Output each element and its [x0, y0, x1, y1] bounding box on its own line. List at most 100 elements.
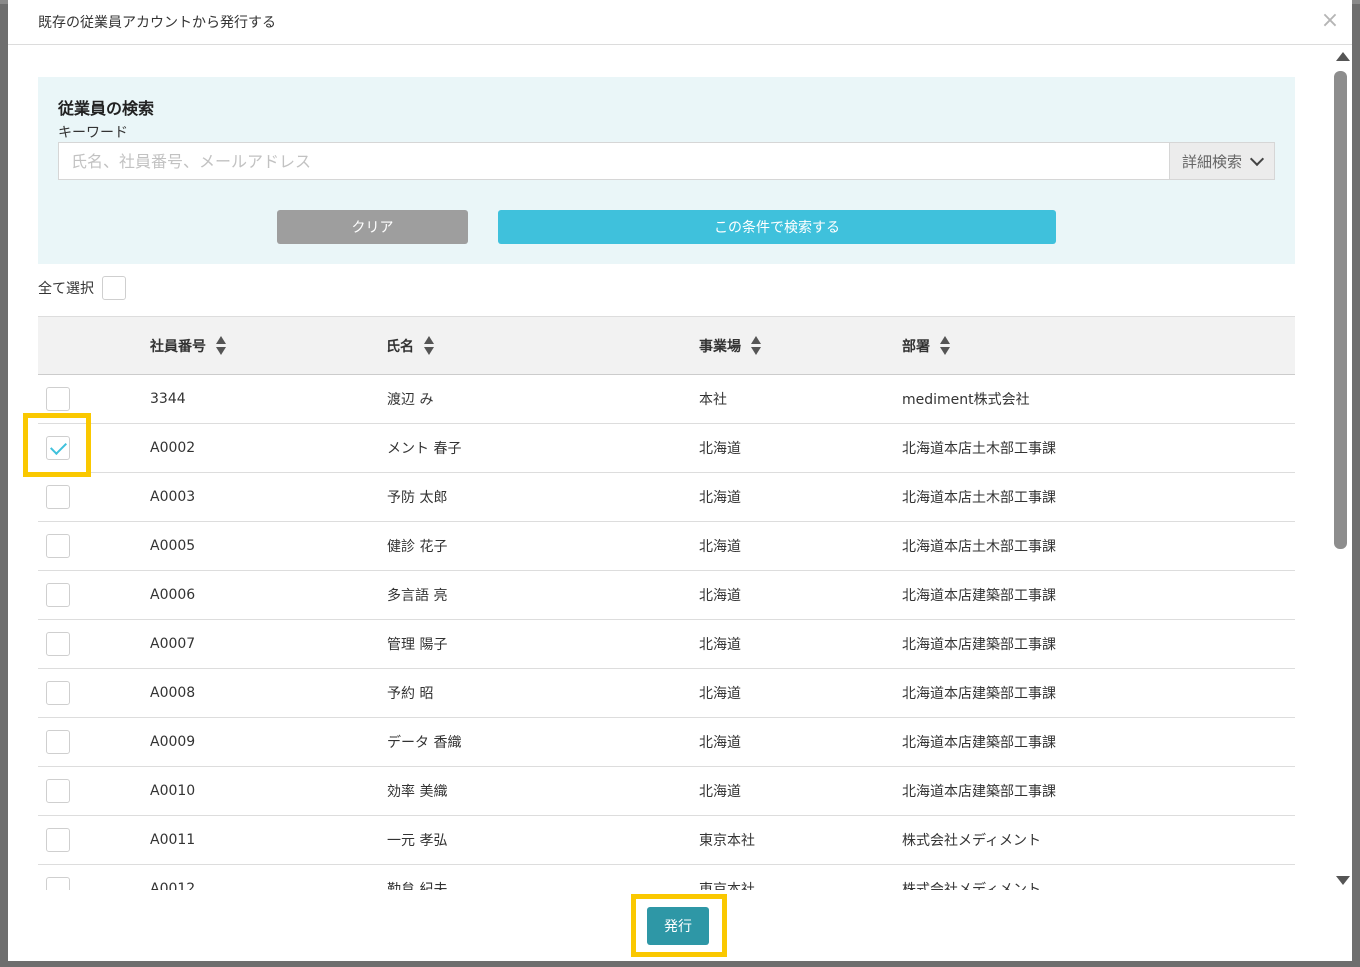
cell-department: 北海道本店土木部工事課 [902, 539, 1056, 555]
sort-icon[interactable] [751, 336, 761, 355]
row-checkbox[interactable] [46, 681, 70, 705]
detail-search-label: 詳細検索 [1181, 152, 1242, 171]
row-checkbox[interactable] [46, 877, 70, 890]
cell-department: 北海道本店土木部工事課 [902, 490, 1056, 506]
cell-name: 予約 昭 [387, 686, 434, 702]
header-department-label: 部署 [902, 338, 930, 355]
issue-dialog: 既存の従業員アカウントから発行する × 従業員の検索 キーワード 詳細検索 クリ… [8, 0, 1352, 961]
cell-department: 北海道本店建築部工事課 [902, 637, 1056, 653]
clear-button[interactable]: クリア [277, 210, 468, 244]
cell-name: 健診 花子 [387, 539, 448, 555]
search-panel: 従業員の検索 キーワード 詳細検索 クリア この条件で検索する [38, 77, 1295, 264]
keyword-input[interactable] [58, 142, 1170, 180]
scrollbar[interactable] [1331, 46, 1352, 890]
cell-site: 北海道 [699, 784, 741, 800]
table-row[interactable]: A0011 一元 孝弘 東京本社 株式会社メディメント [38, 816, 1295, 865]
dialog-footer: 発行 [8, 890, 1352, 961]
table-row[interactable]: A0003 予防 太郎 北海道 北海道本店土木部工事課 [38, 473, 1295, 522]
close-icon[interactable]: × [1318, 9, 1342, 33]
cell-site: 北海道 [699, 490, 741, 506]
detail-search-button[interactable]: 詳細検索 [1169, 142, 1275, 180]
table-row[interactable]: A0007 管理 陽子 北海道 北海道本店建築部工事課 [38, 620, 1295, 669]
cell-name: 一元 孝弘 [387, 833, 448, 849]
cell-name: 勤怠 紀夫 [387, 882, 448, 890]
row-checkbox[interactable] [46, 828, 70, 852]
cell-employee-id: A0008 [150, 685, 196, 701]
cell-department: 北海道本店建築部工事課 [902, 735, 1056, 751]
cell-site: 東京本社 [699, 882, 755, 890]
table-row[interactable]: A0005 健診 花子 北海道 北海道本店土木部工事課 [38, 522, 1295, 571]
employee-table: 社員番号 氏名 事業場 部署 3344 渡辺 み 本社 mediment株式会社 A00… [38, 316, 1295, 890]
dialog-title: 既存の従業員アカウントから発行する [38, 15, 276, 31]
table-row[interactable]: A0012 勤怠 紀夫 東京本社 株式会社メディメント [38, 865, 1295, 890]
cell-site: 北海道 [699, 588, 741, 604]
cell-name: メント 春子 [387, 441, 462, 457]
cell-site: 北海道 [699, 686, 741, 702]
search-title: 従業員の検索 [58, 99, 155, 118]
cell-employee-id: 3344 [150, 391, 186, 407]
cell-employee-id: A0007 [150, 636, 196, 652]
cell-employee-id: A0010 [150, 783, 196, 799]
row-checkbox[interactable] [46, 387, 70, 411]
cell-name: 効率 美織 [387, 784, 448, 800]
select-all-checkbox[interactable] [102, 276, 126, 300]
table-row[interactable]: A0008 予約 昭 北海道 北海道本店建築部工事課 [38, 669, 1295, 718]
table-row[interactable]: A0010 効率 美織 北海道 北海道本店建築部工事課 [38, 767, 1295, 816]
cell-site: 北海道 [699, 735, 741, 751]
table-row[interactable]: A0009 データ 香織 北海道 北海道本店建築部工事課 [38, 718, 1295, 767]
keyword-label: キーワード [58, 125, 128, 141]
header-employee-id-label: 社員番号 [150, 338, 206, 355]
table-row[interactable]: 3344 渡辺 み 本社 mediment株式会社 [38, 375, 1295, 424]
cell-employee-id: A0002 [150, 440, 196, 456]
row-checkbox[interactable] [46, 730, 70, 754]
issue-button[interactable]: 発行 [647, 907, 709, 945]
header-department: 部署 [902, 317, 950, 374]
row-checkbox[interactable] [46, 485, 70, 509]
chevron-down-icon [1249, 151, 1265, 166]
dialog-body[interactable]: 従業員の検索 キーワード 詳細検索 クリア この条件で検索する 全て選択 社員番… [8, 46, 1352, 890]
row-checkbox[interactable] [46, 779, 70, 803]
cell-department: 株式会社メディメント [902, 882, 1042, 890]
sort-icon[interactable] [940, 336, 950, 355]
cell-name: データ 香織 [387, 735, 462, 751]
header-name-label: 氏名 [386, 338, 414, 355]
cell-name: 管理 陽子 [387, 637, 448, 653]
search-button[interactable]: この条件で検索する [498, 210, 1056, 244]
cell-employee-id: A0006 [150, 587, 196, 603]
cell-department: 北海道本店建築部工事課 [902, 588, 1056, 604]
scroll-down-icon[interactable] [1336, 876, 1350, 885]
table-row[interactable]: A0002 メント 春子 北海道 北海道本店土木部工事課 [38, 424, 1295, 473]
table-body: 3344 渡辺 み本社 mediment株式会社 A0002 メント 春子 北海道 北海道本… [38, 375, 1295, 890]
cell-site: 北海道 [699, 539, 741, 555]
cell-site: 北海道 [699, 441, 741, 457]
row-checkbox[interactable] [46, 632, 70, 656]
cell-department: 北海道本店建築部工事課 [902, 784, 1056, 800]
cell-name: 多言語 亮 [387, 588, 448, 604]
header-employee-id: 社員番号 [150, 317, 226, 374]
select-all-label: 全て選択 [38, 281, 94, 297]
row-checkbox[interactable] [46, 534, 70, 558]
cell-department: 北海道本店建築部工事課 [902, 686, 1056, 702]
cell-employee-id: A0009 [150, 734, 196, 750]
cell-department: mediment株式会社 [902, 392, 1030, 408]
header-site: 事業場 [699, 317, 761, 374]
cell-site: 北海道 [699, 637, 741, 653]
sort-icon[interactable] [216, 336, 226, 355]
header-name: 氏名 [386, 317, 434, 374]
sort-icon[interactable] [424, 336, 434, 355]
row-checkbox[interactable] [46, 583, 70, 607]
cell-name: 渡辺 み [387, 392, 434, 408]
select-all: 全て選択 [38, 276, 126, 300]
table-header: 社員番号 氏名 事業場 部署 [38, 316, 1295, 375]
cell-department: 株式会社メディメント [902, 833, 1042, 849]
cell-department: 北海道本店土木部工事課 [902, 441, 1056, 457]
table-row[interactable]: A0006 多言語 亮 北海道 北海道本店建築部工事課 [38, 571, 1295, 620]
cell-site: 東京本社 [699, 833, 755, 849]
scroll-up-icon[interactable] [1336, 52, 1350, 61]
scrollbar-thumb[interactable] [1334, 71, 1347, 549]
row-checkbox[interactable] [46, 436, 70, 460]
cell-employee-id: A0011 [150, 832, 196, 848]
dialog-header: 既存の従業員アカウントから発行する × [8, 0, 1352, 45]
cell-employee-id: A0012 [150, 881, 196, 890]
cell-employee-id: A0003 [150, 489, 196, 505]
